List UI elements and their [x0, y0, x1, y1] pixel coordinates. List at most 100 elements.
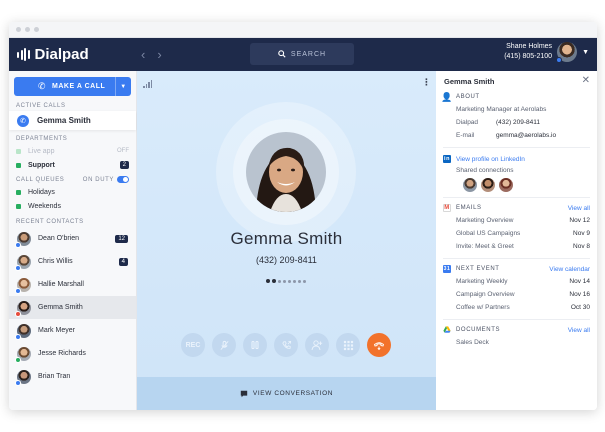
- contact-item[interactable]: Chris Willis 4: [9, 250, 136, 273]
- linkedin-link[interactable]: View profile on LinkedIn: [456, 156, 525, 163]
- connection-avatar[interactable]: [463, 178, 477, 192]
- connection-avatar[interactable]: [481, 178, 495, 192]
- dialpad-number[interactable]: (432) 209-8411: [496, 119, 540, 126]
- chat-icon: [240, 390, 248, 397]
- email-item[interactable]: Global US Campaigns Nov 9: [443, 227, 590, 240]
- documents-view-all-link[interactable]: View all: [568, 327, 590, 334]
- on-duty-toggle[interactable]: [117, 175, 129, 183]
- avatar: [15, 346, 31, 363]
- make-call-button[interactable]: ✆ MAKE A CALL ▼: [14, 77, 131, 96]
- department-label: Support: [28, 161, 55, 169]
- queue-item[interactable]: Holidays: [9, 185, 136, 199]
- status-square: [16, 189, 21, 195]
- status-square: [16, 203, 21, 209]
- phone-icon: ✆: [17, 114, 29, 127]
- call-pager: [266, 279, 306, 283]
- caller-phone: (432) 209-8411: [256, 255, 317, 265]
- shared-connections-label: Shared connections: [456, 166, 514, 174]
- event-item[interactable]: Marketing Weekly Nov 14: [443, 275, 590, 288]
- contact-name: Brian Tran: [38, 373, 71, 380]
- count-badge: 12: [115, 234, 128, 243]
- view-calendar-link[interactable]: View calendar: [549, 266, 590, 273]
- google-drive-icon: [443, 326, 451, 334]
- transfer-button[interactable]: [274, 333, 298, 357]
- search-bar[interactable]: SEARCH: [250, 43, 354, 65]
- contact-name: Mark Meyer: [38, 327, 75, 334]
- connection-avatar[interactable]: [499, 178, 513, 192]
- dialpad-logo: Dialpad: [9, 46, 137, 63]
- forward-arrow-icon[interactable]: ›: [157, 47, 161, 62]
- avatar: [15, 254, 31, 271]
- call-area: ⋮ Gemma Smith (432) 209-8411 REC VIEW CO…: [137, 71, 436, 410]
- job-title: Marketing Manager at Aerolabs: [456, 106, 547, 113]
- chevron-down-icon[interactable]: ▼: [115, 77, 131, 96]
- emails-heading: EMAILS: [456, 205, 482, 211]
- contact-panel: Gemma Smith ✕ 👤 ABOUT Marketing Manager …: [436, 71, 597, 410]
- gmail-icon: M: [443, 204, 451, 212]
- more-options-icon[interactable]: ⋮: [422, 77, 431, 88]
- phone-icon: ✆: [38, 81, 47, 91]
- back-arrow-icon[interactable]: ‹: [141, 47, 145, 62]
- about-heading: ABOUT: [456, 94, 480, 100]
- chevron-down-icon[interactable]: ▼: [582, 49, 589, 56]
- window-dot[interactable]: [16, 27, 21, 32]
- email-item[interactable]: Marketing Overview Nov 12: [443, 214, 590, 227]
- microphone-off-icon: [219, 340, 229, 350]
- contact-name: Jesse Richards: [38, 350, 86, 357]
- hang-up-icon: [373, 342, 385, 351]
- contact-item[interactable]: Jesse Richards: [9, 342, 136, 365]
- contact-item[interactable]: Mark Meyer: [9, 319, 136, 342]
- emails-view-all-link[interactable]: View all: [568, 205, 590, 212]
- close-icon[interactable]: ✕: [582, 75, 590, 86]
- queue-item[interactable]: Weekends: [9, 199, 136, 213]
- contact-item[interactable]: Brian Tran: [9, 365, 136, 388]
- signal-strength-icon: [143, 80, 152, 88]
- document-item[interactable]: Sales Deck: [443, 336, 590, 349]
- active-call-item[interactable]: ✆ Gemma Smith: [9, 111, 136, 130]
- department-item[interactable]: Live app OFF: [9, 144, 136, 158]
- contact-name: Hallie Marshall: [38, 281, 84, 288]
- avatar: [15, 231, 31, 248]
- documents-section: DOCUMENTS View all Sales Deck: [436, 324, 597, 349]
- end-call-button[interactable]: [367, 333, 391, 357]
- on-duty-label: ON DUTY: [82, 177, 114, 184]
- email-item[interactable]: Invite: Meet & Greet Nov 8: [443, 240, 590, 253]
- caller-name: Gemma Smith: [230, 229, 343, 248]
- contact-item[interactable]: Hallie Marshall: [9, 273, 136, 296]
- call-queues-heading: CALL QUEUES ON DUTY: [9, 174, 136, 185]
- event-item[interactable]: Coffee w/ Partners Oct 30: [443, 301, 590, 314]
- sidebar: ✆ MAKE A CALL ▼ ACTIVE CALLS ✆ Gemma Smi…: [9, 71, 137, 410]
- add-person-icon: [311, 340, 323, 351]
- emails-section: M EMAILS View all Marketing Overview Nov …: [436, 202, 597, 253]
- status-square: [16, 162, 21, 168]
- dialpad-logo-icon: [17, 48, 30, 61]
- window-dot[interactable]: [25, 27, 30, 32]
- mute-button[interactable]: [212, 333, 236, 357]
- event-item[interactable]: Campaign Overview Nov 16: [443, 288, 590, 301]
- record-button[interactable]: REC: [181, 333, 205, 357]
- status-dot: [556, 57, 563, 63]
- documents-heading: DOCUMENTS: [456, 327, 501, 333]
- email-address[interactable]: gemma@aerolabs.io: [496, 132, 556, 139]
- user-avatar[interactable]: [556, 42, 578, 63]
- next-event-section: 31 NEXT EVENT View calendar Marketing We…: [436, 263, 597, 314]
- contact-item[interactable]: Dean O'brien 12: [9, 227, 136, 250]
- keypad-button[interactable]: [336, 333, 360, 357]
- user-menu[interactable]: Shane Holmes (415) 805-2100 ▼: [504, 42, 589, 63]
- view-conversation-button[interactable]: VIEW CONVERSATION: [137, 377, 436, 410]
- departments-heading: DEPARTMENTS: [16, 135, 68, 142]
- search-label: SEARCH: [290, 50, 327, 58]
- user-name: Shane Holmes: [506, 43, 553, 50]
- count-badge: 2: [119, 161, 129, 169]
- pause-icon: [251, 341, 259, 349]
- recent-contacts-heading: RECENT CONTACTS: [16, 218, 84, 225]
- window-chrome: [9, 22, 597, 38]
- app-window: Dialpad ‹ › SEARCH Shane Holmes (415) 80…: [9, 22, 597, 410]
- caller-photo: [246, 132, 326, 212]
- department-item[interactable]: Support 2: [9, 158, 136, 172]
- status-square: [16, 148, 21, 154]
- window-dot[interactable]: [34, 27, 39, 32]
- contact-item[interactable]: Gemma Smith: [9, 296, 136, 319]
- hold-button[interactable]: [243, 333, 267, 357]
- add-caller-button[interactable]: [305, 333, 329, 357]
